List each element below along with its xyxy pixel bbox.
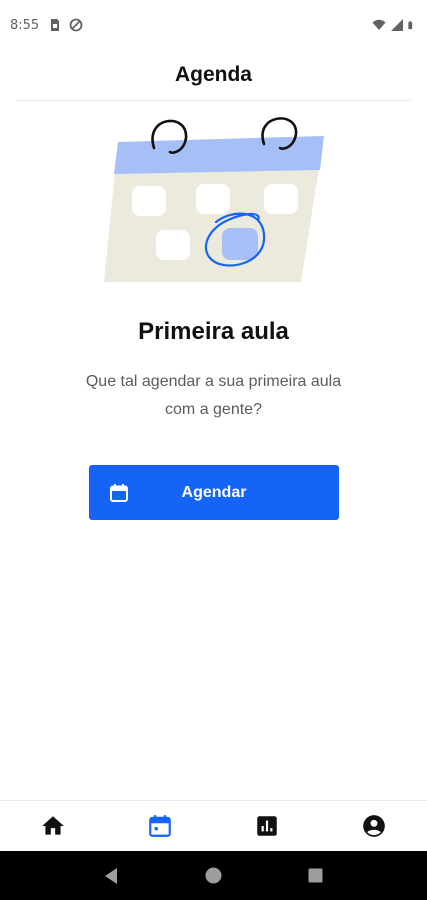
- home-icon: [42, 816, 65, 835]
- schedule-button[interactable]: Agendar: [89, 465, 339, 520]
- signal-icon: [391, 19, 403, 31]
- app-header: Agenda: [0, 50, 427, 100]
- recents-button[interactable]: [307, 867, 325, 885]
- home-circle-icon: [205, 867, 222, 884]
- tab-agenda[interactable]: [107, 801, 214, 851]
- recents-icon: [308, 868, 323, 883]
- tab-profile[interactable]: [320, 801, 427, 851]
- system-nav-bar: [0, 851, 427, 900]
- wifi-icon: [372, 19, 386, 30]
- back-icon: [105, 867, 118, 884]
- tab-stats[interactable]: [214, 801, 321, 851]
- empty-state-description: Que tal agendar a sua primeira aula com …: [85, 373, 342, 418]
- status-bar: 8:55: [0, 0, 427, 50]
- calendar-icon: [149, 815, 171, 837]
- bar-chart-icon: [257, 816, 277, 836]
- calendar-illustration: [104, 117, 324, 282]
- empty-state-title: Primeira aula: [138, 318, 289, 345]
- page-title: Agenda: [174, 63, 252, 86]
- bottom-nav: [0, 800, 427, 851]
- battery-icon: [408, 21, 413, 30]
- calendar-icon: [110, 484, 128, 502]
- tab-home[interactable]: [0, 801, 107, 851]
- data-saver-icon: [69, 18, 83, 32]
- status-right: [372, 18, 417, 32]
- sim-card-icon: [51, 19, 60, 31]
- schedule-button-label: Agendar: [181, 483, 247, 501]
- header-divider: [16, 100, 411, 101]
- status-time: 8:55: [10, 17, 40, 33]
- home-button[interactable]: [204, 867, 222, 885]
- status-left: 8:55: [10, 18, 83, 33]
- back-button[interactable]: [102, 867, 120, 885]
- account-icon: [362, 815, 385, 837]
